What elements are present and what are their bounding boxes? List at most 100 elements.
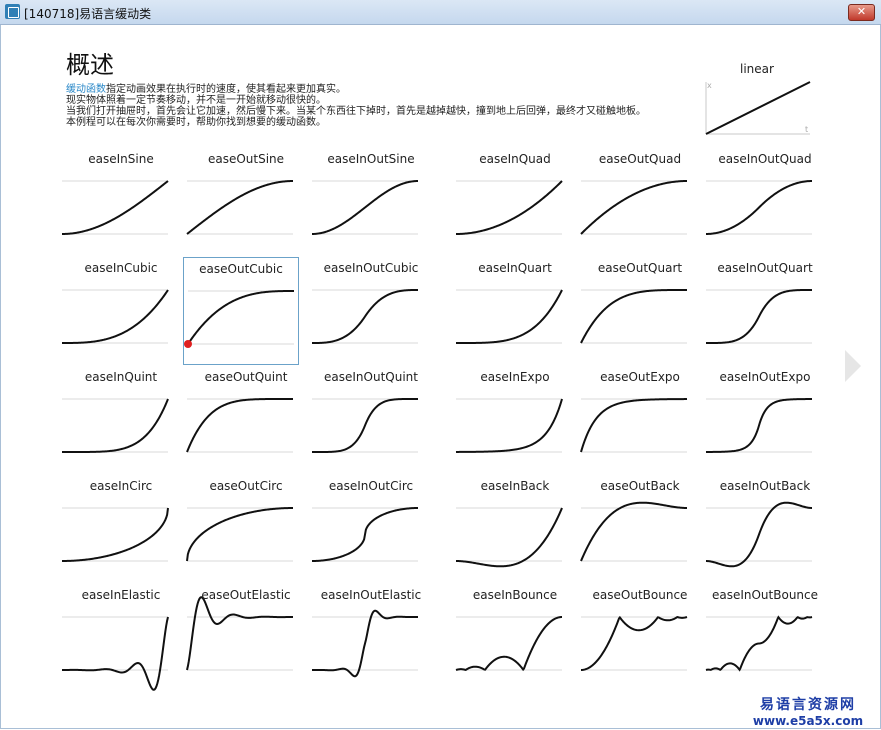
easing-cell-easeOutQuint[interactable]: easeOutQuint: [186, 366, 305, 474]
easing-curve-easeInOutCirc: [312, 507, 418, 562]
easing-cell-easeInQuart[interactable]: easeInQuart: [456, 257, 574, 365]
linear-x-axis-label: t: [805, 125, 808, 134]
easing-label: easeInOutCirc: [328, 479, 414, 493]
easing-curve-easeInOutSine: [311, 180, 419, 235]
easing-cell-easeInOutQuad[interactable]: easeInOutQuad: [705, 148, 824, 256]
title-bar: [140718]易语言缓动类 ✕: [0, 0, 881, 25]
easing-curve-easeInOutExpo: [705, 398, 813, 453]
easing-label: easeInCirc: [89, 479, 153, 493]
easing-curve-easeInOutQuart: [706, 289, 812, 344]
easing-cell-easeOutBack[interactable]: easeOutBack: [580, 475, 699, 583]
easing-curve-easeInOutBounce: [705, 615, 813, 672]
easing-label: easeOutExpo: [600, 370, 680, 384]
easing-curve-easeInSine: [62, 180, 169, 235]
easing-curve-easeInOutCubic: [312, 289, 418, 344]
easing-curve-easeOutQuint: [186, 398, 293, 453]
easing-label: easeInBounce: [472, 588, 558, 602]
easing-label: easeInBack: [480, 479, 550, 493]
easing-label: easeInOutCubic: [323, 261, 419, 275]
easing-curve-easeOutSine: [186, 180, 293, 235]
easing-label: easeInOutBack: [719, 479, 811, 493]
easing-curve-easeInQuart: [456, 289, 563, 344]
easing-label: easeInExpo: [480, 370, 550, 384]
easing-label: easeInOutQuad: [718, 152, 812, 166]
easing-curve-easeOutBounce: [580, 615, 688, 671]
easing-cell-easeInSine[interactable]: easeInSine: [62, 148, 180, 256]
easing-cell-easeInOutSine[interactable]: easeInOutSine: [311, 148, 430, 256]
easing-cell-easeOutExpo[interactable]: easeOutExpo: [580, 366, 699, 474]
easing-curve-easeInExpo: [455, 398, 563, 453]
description: 缓动函数指定动画效果在执行时的速度，使其看起来更加真实。 现实物体照着一定节奏移…: [66, 84, 706, 128]
easing-cell-easeOutCirc[interactable]: easeOutCirc: [186, 475, 305, 583]
desc-line-1-text: 指定动画效果在执行时的速度，使其看起来更加真实。: [106, 84, 346, 95]
easing-curve-easeInBack: [455, 507, 563, 568]
easing-cell-easeInCirc[interactable]: easeInCirc: [62, 475, 180, 583]
linear-curve: [705, 81, 811, 135]
easing-curve-easeInOutQuint: [312, 398, 418, 453]
easing-label: easeOutCubic: [199, 262, 283, 276]
easing-cell-easeOutCubic[interactable]: easeOutCubic: [183, 257, 299, 365]
easing-cell-easeInOutQuint[interactable]: easeInOutQuint: [312, 366, 430, 474]
easing-cell-easeOutBounce[interactable]: easeOutBounce: [580, 584, 699, 692]
next-page-arrow[interactable]: [843, 350, 863, 382]
easing-cell-easeOutQuad[interactable]: easeOutQuad: [580, 148, 699, 256]
linear-preview: x t: [705, 81, 811, 135]
easing-curve-easeOutCirc: [186, 507, 293, 562]
page-title: 概述: [66, 51, 114, 79]
easing-curve-easeInQuad: [456, 180, 563, 235]
easing-label: easeInElastic: [81, 588, 161, 602]
easing-label: easeOutCirc: [209, 479, 283, 493]
easing-label: easeInOutQuart: [717, 261, 813, 275]
easing-label: easeInOutExpo: [719, 370, 811, 384]
easing-cell-easeInElastic[interactable]: easeInElastic: [61, 584, 180, 692]
easing-cell-easeInBounce[interactable]: easeInBounce: [455, 584, 574, 692]
easing-label: easeOutSine: [207, 152, 285, 166]
animation-marker-dot: [184, 340, 192, 348]
easing-label: easeInCubic: [84, 261, 158, 275]
easing-label: easeOutElastic: [201, 588, 291, 602]
easing-curve-easeOutExpo: [580, 398, 688, 453]
desc-line-4: 本例程可以在每次你需要时，帮助你找到想要的缓动函数。: [66, 117, 326, 128]
easing-cell-easeInOutQuart[interactable]: easeInOutQuart: [706, 257, 824, 365]
easing-cell-easeInExpo[interactable]: easeInExpo: [455, 366, 574, 474]
desc-line-2: 现实物体照着一定节奏移动，并不是一开始就移动很快的。: [66, 95, 326, 106]
easing-label: easeInQuad: [479, 152, 551, 166]
easing-cell-easeInOutBounce[interactable]: easeInOutBounce: [705, 584, 824, 692]
easing-label: easeOutQuad: [598, 152, 682, 166]
easing-curve-easeInOutQuad: [705, 180, 813, 235]
chevron-right-icon: [845, 350, 861, 382]
easing-cell-easeInQuad[interactable]: easeInQuad: [456, 148, 574, 256]
easing-label: easeOutQuart: [597, 261, 683, 275]
easing-curve-easeInElastic: [61, 616, 169, 691]
easing-label: easeOutBack: [600, 479, 680, 493]
linear-label: linear: [740, 62, 774, 76]
easing-curve-easeInQuint: [62, 398, 169, 453]
easing-cell-easeOutElastic[interactable]: easeOutElastic: [186, 584, 305, 692]
easing-cell-easeOutQuart[interactable]: easeOutQuart: [580, 257, 699, 365]
easing-cell-easeInOutCirc[interactable]: easeInOutCirc: [312, 475, 430, 583]
easing-cell-easeInBack[interactable]: easeInBack: [455, 475, 574, 583]
easing-curve-easeOutElastic: [186, 596, 294, 671]
easing-grid: easeInSine easeOutSine easeInOutSine easeIn…: [61, 148, 818, 692]
easing-cell-easeInCubic[interactable]: easeInCubic: [62, 257, 180, 365]
easing-label: easeInOutQuint: [324, 370, 418, 384]
linear-y-axis-label: x: [707, 81, 712, 90]
easing-label: easeOutBounce: [592, 588, 688, 602]
watermark-title: 易语言资源网: [760, 697, 856, 713]
easing-cell-easeInOutExpo[interactable]: easeInOutExpo: [705, 366, 824, 474]
easing-cell-easeInOutElastic[interactable]: easeInOutElastic: [311, 584, 430, 692]
easing-cell-easeOutSine[interactable]: easeOutSine: [186, 148, 305, 256]
easing-cell-easeInOutBack[interactable]: easeInOutBack: [705, 475, 824, 583]
desc-line-1: 缓动函数指定动画效果在执行时的速度，使其看起来更加真实。: [66, 84, 706, 95]
easing-curve-easeOutBack: [580, 501, 688, 562]
easing-cell-easeInOutCubic[interactable]: easeInOutCubic: [312, 257, 430, 365]
watermark: 易语言资源网 www.e5a5x.com: [738, 694, 878, 728]
easing-cell-easeInQuint[interactable]: easeInQuint: [62, 366, 180, 474]
watermark-url: www.e5a5x.com: [752, 714, 864, 728]
close-button[interactable]: ✕: [848, 4, 875, 21]
desc-line-3: 当我们打开抽屉时，首先会让它加速，然后慢下来。当某个东西往下掉时，首先是越掉越快…: [66, 106, 646, 117]
easing-curve-easeOutQuart: [580, 289, 687, 344]
easing-curve-easeOutCubic: [187, 290, 294, 345]
easing-label: easeInQuint: [84, 370, 158, 384]
easing-label: easeInSine: [88, 152, 154, 166]
